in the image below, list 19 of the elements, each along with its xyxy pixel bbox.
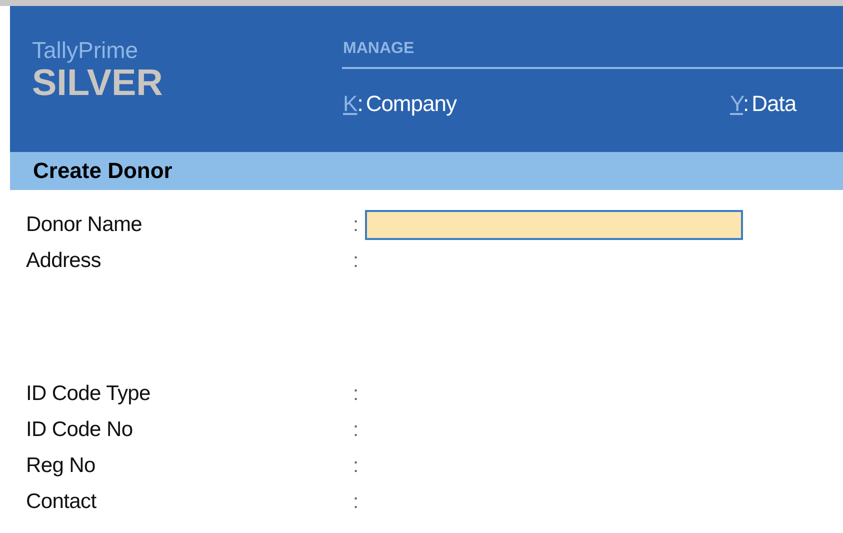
form-title: Create Donor: [33, 158, 172, 184]
field-colon: :: [353, 418, 360, 442]
field-colon: :: [353, 214, 360, 236]
menu-item[interactable]: Y:Data: [730, 91, 796, 117]
field-label: Address: [25, 249, 102, 273]
input-field[interactable]: [365, 210, 743, 240]
product-name: TallyPrime: [32, 36, 140, 64]
menu-title: MANAGE: [343, 40, 414, 58]
field-label: Contact: [25, 490, 98, 514]
field-colon: :: [353, 490, 360, 514]
field-colon: :: [353, 250, 360, 272]
menu-item[interactable]: K:Company: [343, 91, 730, 117]
field-colon: :: [353, 382, 360, 406]
field-colon: :: [353, 454, 360, 478]
product-edition: SILVER: [32, 64, 164, 102]
field-label: ID Code No: [25, 418, 134, 442]
field-label: ID Code Type: [25, 382, 152, 406]
field-label: Donor Name: [25, 213, 144, 237]
field-label: Reg No: [25, 454, 96, 478]
